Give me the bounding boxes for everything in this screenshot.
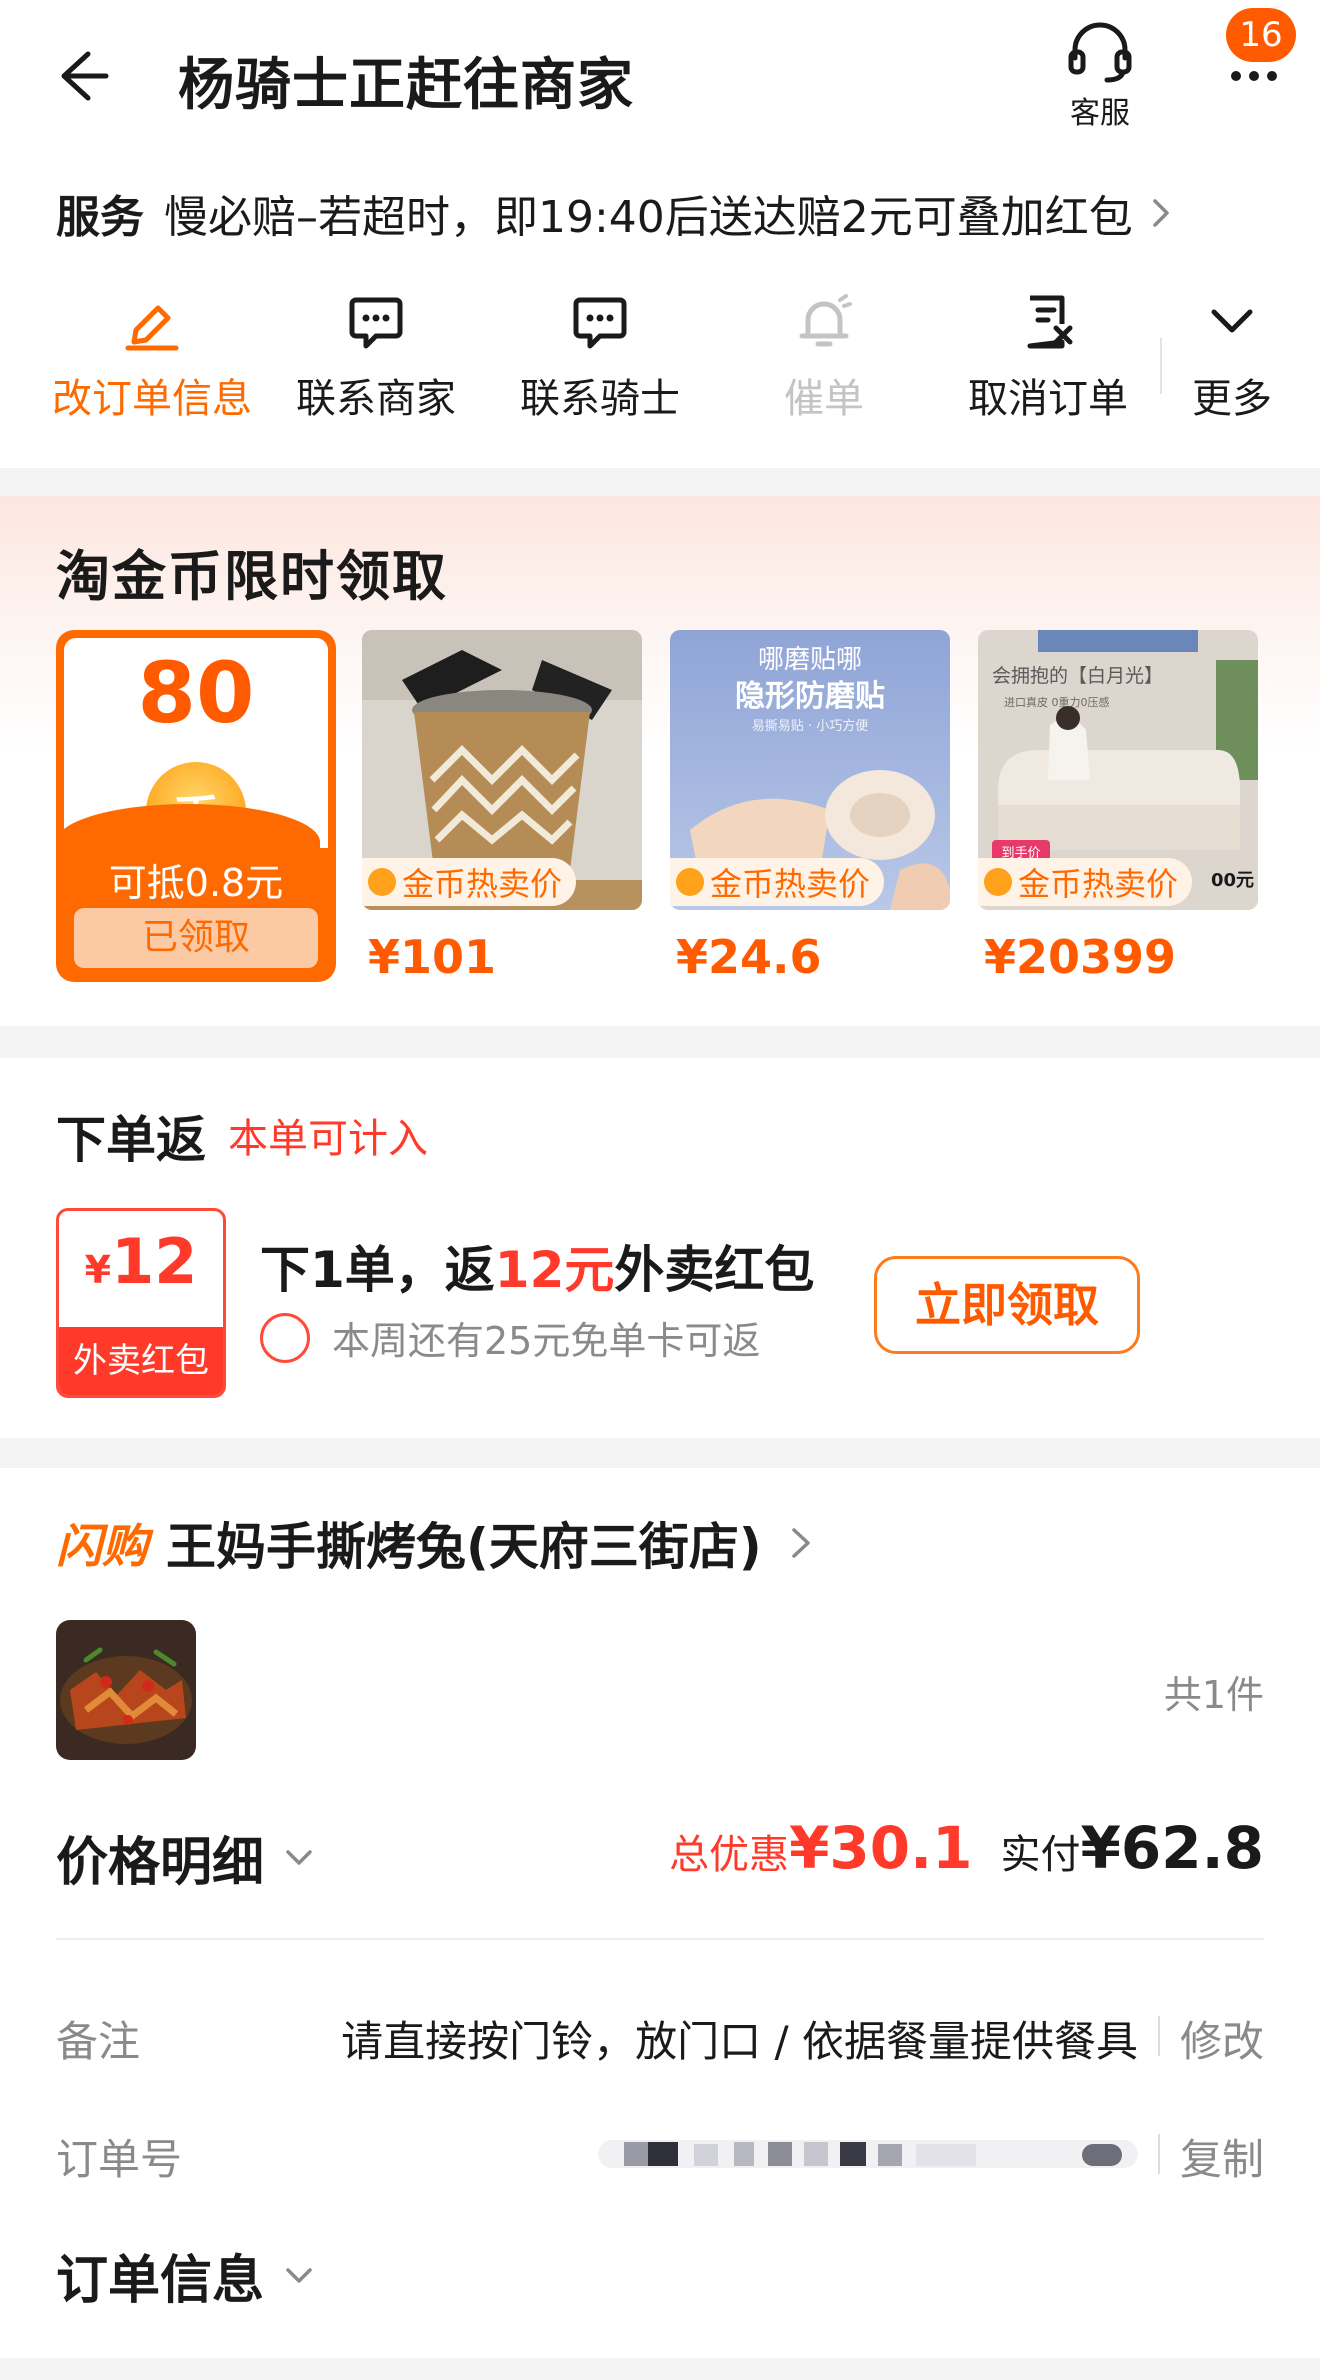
- edit-icon: [125, 305, 179, 351]
- free-order-card-text: 本周还有25元免单卡可返: [332, 1319, 761, 1363]
- edit-order-button[interactable]: 改订单信息: [52, 292, 252, 424]
- coin-icon: [984, 868, 1012, 896]
- coin-icon: [368, 868, 396, 896]
- note-label: 备注: [56, 2017, 141, 2066]
- product-card[interactable]: 金币热卖价 ¥101: [362, 630, 642, 1000]
- more-actions-label: 更多: [1192, 376, 1272, 422]
- coupon-coin-amount: 80: [137, 644, 255, 742]
- radio-button[interactable]: [260, 1312, 310, 1363]
- order-detail-card: 闪购 王妈手撕烤兔(天府三街店) 共1件 价格明细 总优惠 ¥30.1 实付 ¥…: [0, 1468, 1320, 2358]
- chevron-down-icon: [1211, 309, 1253, 333]
- cashback-headline: 下1单，返12元外卖红包: [260, 1241, 815, 1299]
- product-img-text: 易撕易贴 · 小巧方便: [752, 718, 868, 734]
- customer-service-label: 客服: [1070, 96, 1130, 131]
- cancel-order-label: 取消订单: [968, 376, 1128, 422]
- chevron-right-icon: [1153, 199, 1169, 227]
- paid-label: 实付: [1000, 1832, 1081, 1878]
- contact-merchant-label: 联系商家: [296, 376, 456, 422]
- note-value: 请直接按门铃，放门口 / 依据餐量提供餐具: [341, 2017, 1138, 2066]
- red-packet-amount: ¥12: [84, 1225, 198, 1298]
- coin-icon: [676, 868, 704, 896]
- discount-label: 总优惠: [669, 1832, 790, 1878]
- service-label: 服务: [56, 192, 144, 243]
- divider: [56, 1938, 1264, 1940]
- chevron-down-icon: [286, 1849, 312, 1865]
- coupon-description: 可抵0.8元: [108, 861, 284, 905]
- separator: [1158, 2134, 1160, 2174]
- product-img-text: 进口真皮 0重力0压感: [1004, 695, 1110, 709]
- product-img-text: 隐形防磨贴: [735, 679, 885, 714]
- product-price: ¥101: [368, 930, 497, 984]
- item-count: 共1件: [1163, 1673, 1264, 1717]
- coin-price-tag-label: 金币热卖价: [402, 865, 563, 903]
- price-detail-label: 价格明细: [56, 1833, 265, 1893]
- order-number-label: 订单号: [56, 2135, 183, 2184]
- cashback-title: 下单返: [56, 1111, 206, 1169]
- order-number-row: 订单号 复制: [56, 2116, 1264, 2186]
- price-detail-toggle[interactable]: 价格明细: [56, 1820, 314, 1895]
- chevron-right-icon: [791, 1528, 810, 1558]
- copy-order-number-link[interactable]: 复制: [1180, 2126, 1264, 2187]
- red-packet-ticket: ¥12 外卖红包: [56, 1208, 226, 1398]
- claim-now-button[interactable]: 立即领取: [874, 1256, 1140, 1354]
- flash-buy-logo: 闪购: [56, 1519, 148, 1573]
- message-count-badge: 16: [1226, 8, 1296, 62]
- edit-order-label: 改订单信息: [52, 376, 252, 422]
- contact-rider-button[interactable]: 联系骑士: [500, 292, 700, 424]
- product-price: ¥20399: [984, 930, 1177, 984]
- coin-promo-title: 淘金币限时领取: [56, 545, 448, 608]
- coupon-claimed-button[interactable]: 已领取: [74, 908, 318, 968]
- free-order-card-option[interactable]: 本周还有25元免单卡可返: [260, 1310, 760, 1365]
- service-guarantee-row[interactable]: 服务 慢必赔–若超时，即19:40后送达赔2元可叠加红包: [56, 180, 1171, 246]
- cancel-order-icon: [1027, 295, 1073, 349]
- coin-price-tag: 金币热卖价: [978, 858, 1193, 906]
- order-number-redacted: [598, 2140, 1138, 2168]
- page-title: 杨骑士正赶往商家: [178, 53, 634, 118]
- bell-icon: [799, 294, 852, 347]
- more-actions-button[interactable]: 更多: [1132, 292, 1320, 424]
- order-info-toggle[interactable]: 订单信息: [56, 2238, 314, 2313]
- paid-value: ¥62.8: [1080, 1814, 1264, 1882]
- order-status-header: 杨骑士正赶往商家 客服 16 服务 慢必赔–若超时，即19:40后送达赔2元可叠…: [0, 0, 1320, 468]
- shop-name: 王妈手撕烤兔(天府三街店): [166, 1518, 762, 1576]
- order-actions-bar: 改订单信息 联系商家 联系骑士 催单 取消订单 更多: [0, 292, 1320, 442]
- urge-order-button[interactable]: 催单: [724, 292, 924, 424]
- order-info-label: 订单信息: [56, 2251, 265, 2311]
- product-img-text: 会拥抱的【白月光】: [992, 665, 1163, 687]
- headset-icon: [1068, 22, 1132, 83]
- discount-value: ¥30.1: [789, 1814, 973, 1882]
- chat-icon: [573, 297, 627, 349]
- coin-coupon[interactable]: 80 币 可抵0.8元 已领取: [56, 630, 336, 982]
- coin-price-tag: 金币热卖价: [362, 858, 577, 906]
- cashback-subtitle: 本单可计入: [228, 1116, 428, 1162]
- edit-note-link[interactable]: 修改: [1180, 2008, 1264, 2069]
- coin-price-tag-label: 金币热卖价: [1018, 865, 1179, 903]
- urge-order-label: 催单: [784, 376, 864, 422]
- coin-price-tag-label: 金币热卖价: [710, 865, 871, 903]
- coin-promo-card: 淘金币限时领取 80 币 可抵0.8元 已领取: [0, 496, 1320, 1026]
- coin-price-tag: 金币热卖价: [670, 858, 885, 906]
- shop-row[interactable]: 闪购 王妈手撕烤兔(天府三街店): [56, 1508, 812, 1578]
- product-img-text: 哪磨贴哪: [758, 645, 862, 675]
- product-img-text: 00元: [1211, 870, 1254, 891]
- chevron-down-icon: [286, 2267, 312, 2283]
- product-price: ¥24.6: [676, 930, 822, 984]
- back-arrow-icon[interactable]: [48, 44, 112, 108]
- customer-service-button[interactable]: 客服: [1060, 22, 1140, 131]
- price-summary: 总优惠 ¥30.1 实付 ¥62.8: [669, 1814, 1264, 1894]
- food-item-thumbnail[interactable]: [56, 1620, 196, 1760]
- note-row: 备注 请直接按门铃，放门口 / 依据餐量提供餐具 修改: [56, 1998, 1264, 2068]
- separator: [1158, 2016, 1160, 2056]
- red-packet-label: 外卖红包: [59, 1327, 223, 1395]
- order-cashback-card: 下单返 本单可计入 ¥12 外卖红包 下1单，返12元外卖红包 本周还有25元免…: [0, 1058, 1320, 1438]
- chat-icon: [349, 297, 403, 349]
- contact-rider-label: 联系骑士: [520, 376, 680, 422]
- service-text: 慢必赔–若超时，即19:40后送达赔2元可叠加红包: [164, 192, 1133, 243]
- product-card[interactable]: 会拥抱的【白月光】 进口真皮 0重力0压感 到手价 00元 金币热卖价 ¥203…: [978, 630, 1258, 1000]
- product-card[interactable]: 哪磨贴哪 隐形防磨贴 易撕易贴 · 小巧方便 金币热卖价 ¥24.6: [670, 630, 950, 1000]
- cancel-order-button[interactable]: 取消订单: [948, 292, 1148, 424]
- contact-merchant-button[interactable]: 联系商家: [276, 292, 476, 424]
